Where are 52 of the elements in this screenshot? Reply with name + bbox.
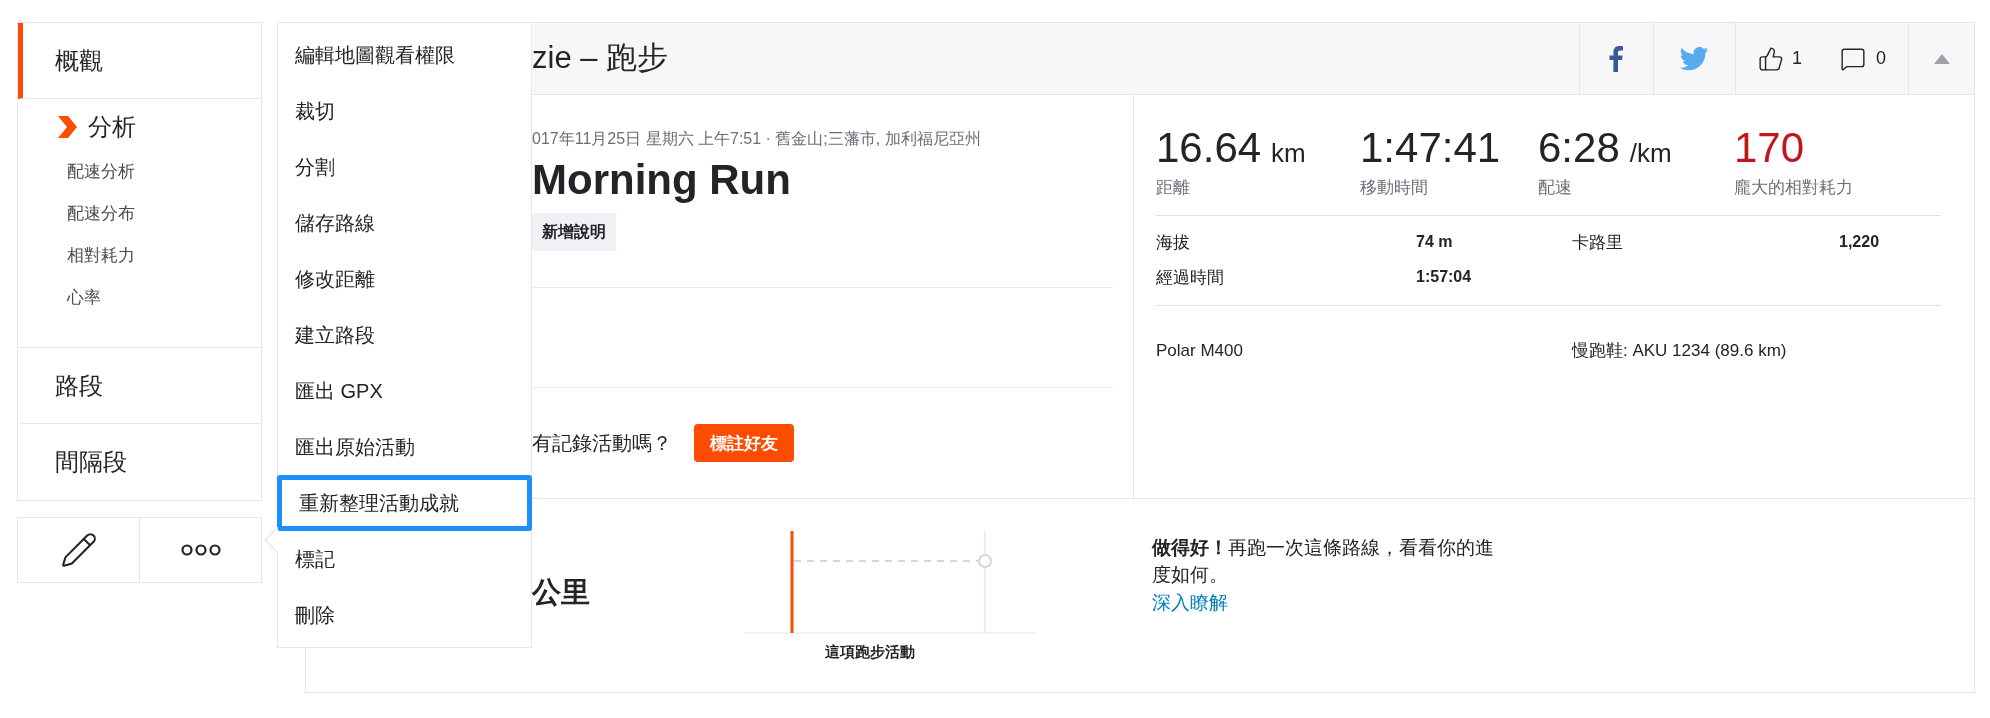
sidebar-item[interactable]: 分析: [88, 109, 136, 145]
stat-label: 移動時間: [1360, 177, 1429, 200]
learn-more-link[interactable]: 深入瞭解: [1152, 588, 1512, 618]
stat-value: 1:47:41: [1360, 125, 1502, 172]
menu-item[interactable]: 重新整理活動成就: [277, 475, 532, 531]
sidebar-subitem[interactable]: 配速分析: [18, 151, 261, 193]
detail-value: 1:57:04: [1416, 267, 1473, 288]
stat-value: 6:28 /km: [1538, 125, 1673, 172]
menu-item[interactable]: 建立路段: [278, 307, 531, 363]
shoes-info: 慢跑鞋: AKU 1234 (89.6 km): [1572, 339, 1788, 362]
stat-label: 配速: [1538, 177, 1573, 200]
facebook-icon: [1609, 45, 1624, 72]
chart-label: 這項跑步活動: [825, 642, 915, 663]
device-name: Polar M400: [1156, 339, 1244, 362]
menu-item[interactable]: 匯出 GPX: [278, 363, 531, 419]
menu-item[interactable]: 刪除: [278, 587, 531, 643]
tag-prompt: 有記錄活動嗎？: [532, 431, 672, 457]
sidebar-subitem[interactable]: 相對耗力: [18, 235, 261, 277]
add-description-button[interactable]: 新增說明: [532, 213, 616, 252]
detail-value: 74 m: [1416, 231, 1454, 252]
detail-label: 經過時間: [1156, 267, 1225, 290]
comments-button[interactable]: 0: [1840, 45, 1886, 72]
encouragement-text: 做得好！再跑一次這條路線，看看你的進度如何。: [1152, 536, 1495, 587]
menu-item[interactable]: 分割: [278, 139, 531, 195]
sidebar-subitem[interactable]: 心率: [18, 277, 261, 319]
sidebar-item[interactable]: 間隔段: [18, 424, 261, 500]
activity-name: Morning Run: [532, 155, 792, 205]
menu-item[interactable]: 修改距離: [278, 251, 531, 307]
bird-icon: [1679, 46, 1710, 71]
sidebar-item[interactable]: 概觀: [18, 23, 261, 99]
detail-label: 卡路里: [1572, 231, 1624, 254]
menu-item[interactable]: 裁切: [278, 83, 531, 139]
activity-title: zie – 跑步: [532, 39, 670, 78]
sidebar-item[interactable]: 路段: [18, 348, 261, 424]
stat-value: 170: [1734, 125, 1806, 172]
stat-label: 龐大的相對耗力: [1734, 177, 1854, 200]
kudos-button[interactable]: 1: [1757, 45, 1802, 72]
menu-item[interactable]: 匯出原始活動: [278, 419, 531, 475]
menu-item[interactable]: 標記: [278, 531, 531, 587]
menu-item[interactable]: 編輯地圖觀看權限: [278, 27, 531, 83]
menu-item[interactable]: 儲存路線: [278, 195, 531, 251]
stat-label: 距離: [1156, 177, 1191, 200]
sidebar-subitem[interactable]: 配速分布: [18, 193, 261, 235]
caret-up-icon: [1933, 53, 1950, 64]
thumbs-up-icon: [1757, 45, 1784, 72]
detail-value: 1,220: [1839, 231, 1881, 252]
stat-value: 16.64 km: [1156, 125, 1307, 172]
more-icon: [180, 544, 221, 556]
detail-label: 海拔: [1156, 231, 1191, 254]
pencil-icon: [59, 531, 98, 569]
segment-title: 公里: [532, 576, 590, 609]
activity-meta: 017年11月25日 星期六 上午7:51 · 舊金山;三藩市, 加利福尼亞州: [532, 129, 982, 149]
